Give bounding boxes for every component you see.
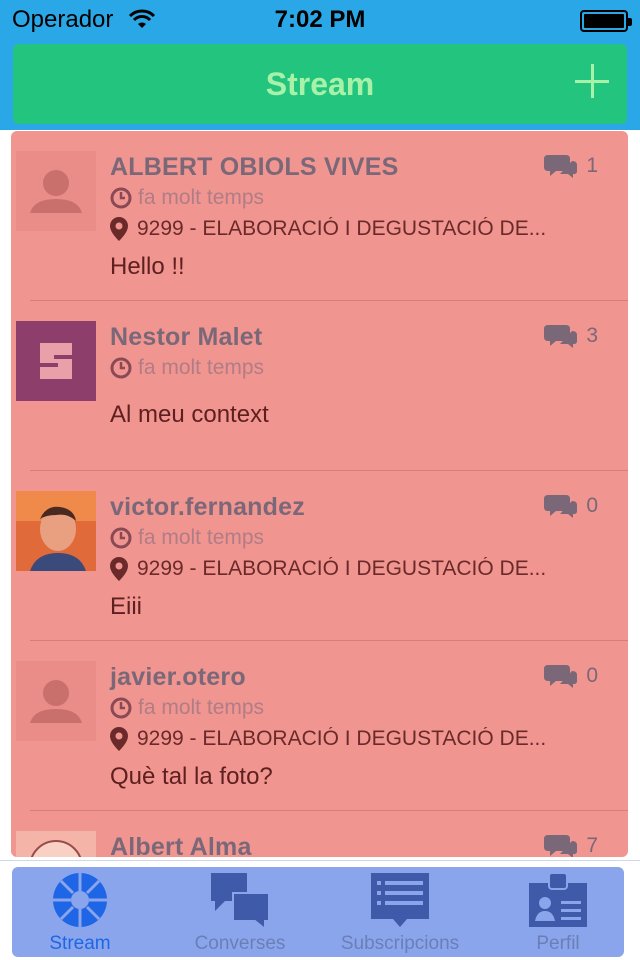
post-message: Eiii: [110, 593, 143, 620]
tab-perfil[interactable]: Perfil: [478, 867, 638, 957]
post-message: Què tal la foto?: [110, 763, 273, 790]
post-time: fa molt temps: [110, 696, 264, 720]
default-avatar: [16, 151, 96, 231]
comment-count[interactable]: 1: [544, 153, 598, 179]
comment-count-value: 7: [586, 834, 598, 857]
comments-icon: [544, 325, 578, 348]
id-card-icon: [529, 872, 587, 927]
tab-stream[interactable]: Stream: [0, 867, 160, 957]
location-pin-icon: [110, 217, 128, 241]
list-item[interactable]: Albert Alma 7: [11, 811, 628, 857]
post-location-text: 9299 - ELABORACIÓ I DEGUSTACIÓ DE...: [137, 727, 547, 750]
comment-count[interactable]: 3: [544, 323, 598, 349]
tab-bar-background: Stream Converses Subscripcions Perfil: [12, 867, 624, 957]
post-time: fa molt temps: [110, 526, 264, 550]
tab-perfil-label: Perfil: [536, 933, 580, 954]
post-location-text: 9299 - ELABORACIÓ I DEGUSTACIÓ DE...: [137, 217, 547, 240]
post-time: fa molt temps: [110, 186, 264, 210]
comment-count[interactable]: 0: [544, 663, 598, 689]
comments-icon: [544, 495, 578, 518]
comment-count[interactable]: 7: [544, 833, 598, 857]
post-time: fa molt temps: [110, 356, 264, 380]
post-time-text: fa molt temps: [138, 526, 265, 549]
comment-count[interactable]: 0: [544, 493, 598, 519]
tab-subscripcions-label: Subscripcions: [340, 933, 460, 954]
post-author[interactable]: ALBERT OBIOLS VIVES: [110, 153, 399, 182]
comment-count-value: 1: [586, 154, 598, 177]
post-location[interactable]: 9299 - ELABORACIÓ I DEGUSTACIÓ DE...: [110, 217, 615, 241]
comments-icon: [544, 155, 578, 178]
post-location[interactable]: 9299 - ELABORACIÓ I DEGUSTACIÓ DE...: [110, 727, 615, 751]
status-bar: Operador 7:02 PM: [0, 0, 640, 40]
comment-count-value: 0: [586, 494, 598, 517]
comment-count-value: 0: [586, 664, 598, 687]
tab-bar: Stream Converses Subscripcions Perfil: [0, 860, 640, 960]
comment-count-value: 3: [586, 324, 598, 347]
post-location[interactable]: 9299 - ELABORACIÓ I DEGUSTACIÓ DE...: [110, 557, 615, 581]
photo-avatar: [16, 491, 96, 571]
post-time-text: fa molt temps: [138, 696, 265, 719]
list-item[interactable]: ALBERT OBIOLS VIVES 1 fa molt temps 9299…: [11, 131, 628, 301]
tab-subscripcions[interactable]: Subscripcions: [320, 867, 480, 957]
default-avatar: [16, 661, 96, 741]
list-item[interactable]: victor.fernandez 0 fa molt temps 9299 - …: [11, 471, 628, 641]
comments-icon: [544, 665, 578, 688]
clock-time: 7:02 PM: [274, 6, 366, 33]
post-author[interactable]: Albert Alma: [110, 833, 252, 857]
clock-icon: [110, 697, 132, 719]
s-logo-avatar: [16, 321, 96, 401]
add-post-button[interactable]: [575, 64, 609, 98]
navigation-bar: Stream: [13, 44, 627, 124]
stream-feed[interactable]: ALBERT OBIOLS VIVES 1 fa molt temps 9299…: [11, 131, 628, 857]
stream-wheel-icon: [53, 873, 107, 927]
list-item[interactable]: Nestor Malet 3 fa molt temps Al meu cont…: [11, 301, 628, 471]
post-author[interactable]: Nestor Malet: [110, 323, 262, 352]
list-item[interactable]: javier.otero 0 fa molt temps 9299 - ELAB…: [11, 641, 628, 811]
tab-converses-label: Converses: [194, 933, 286, 954]
battery-icon: [580, 10, 632, 32]
comments-icon: [544, 835, 578, 857]
chat-bubbles-icon: [211, 873, 270, 929]
post-location-text: 9299 - ELABORACIÓ I DEGUSTACIÓ DE...: [137, 557, 547, 580]
location-pin-icon: [110, 727, 128, 751]
post-message: Al meu context: [110, 401, 269, 428]
post-message: Hello !!: [110, 253, 185, 280]
post-author[interactable]: javier.otero: [110, 663, 246, 692]
clock-icon: [110, 357, 132, 379]
clock-icon: [110, 527, 132, 549]
location-pin-icon: [110, 557, 128, 581]
clock-icon: [110, 187, 132, 209]
tab-stream-label: Stream: [49, 933, 111, 954]
post-time-text: fa molt temps: [138, 186, 265, 209]
tab-converses[interactable]: Converses: [160, 867, 320, 957]
navigation-header: Stream: [0, 40, 640, 130]
page-title: Stream: [265, 66, 375, 102]
cartoon-avatar: [16, 831, 96, 857]
subscriptions-list-icon: [371, 873, 429, 927]
post-time-text: fa molt temps: [138, 356, 265, 379]
post-author[interactable]: victor.fernandez: [110, 493, 305, 522]
